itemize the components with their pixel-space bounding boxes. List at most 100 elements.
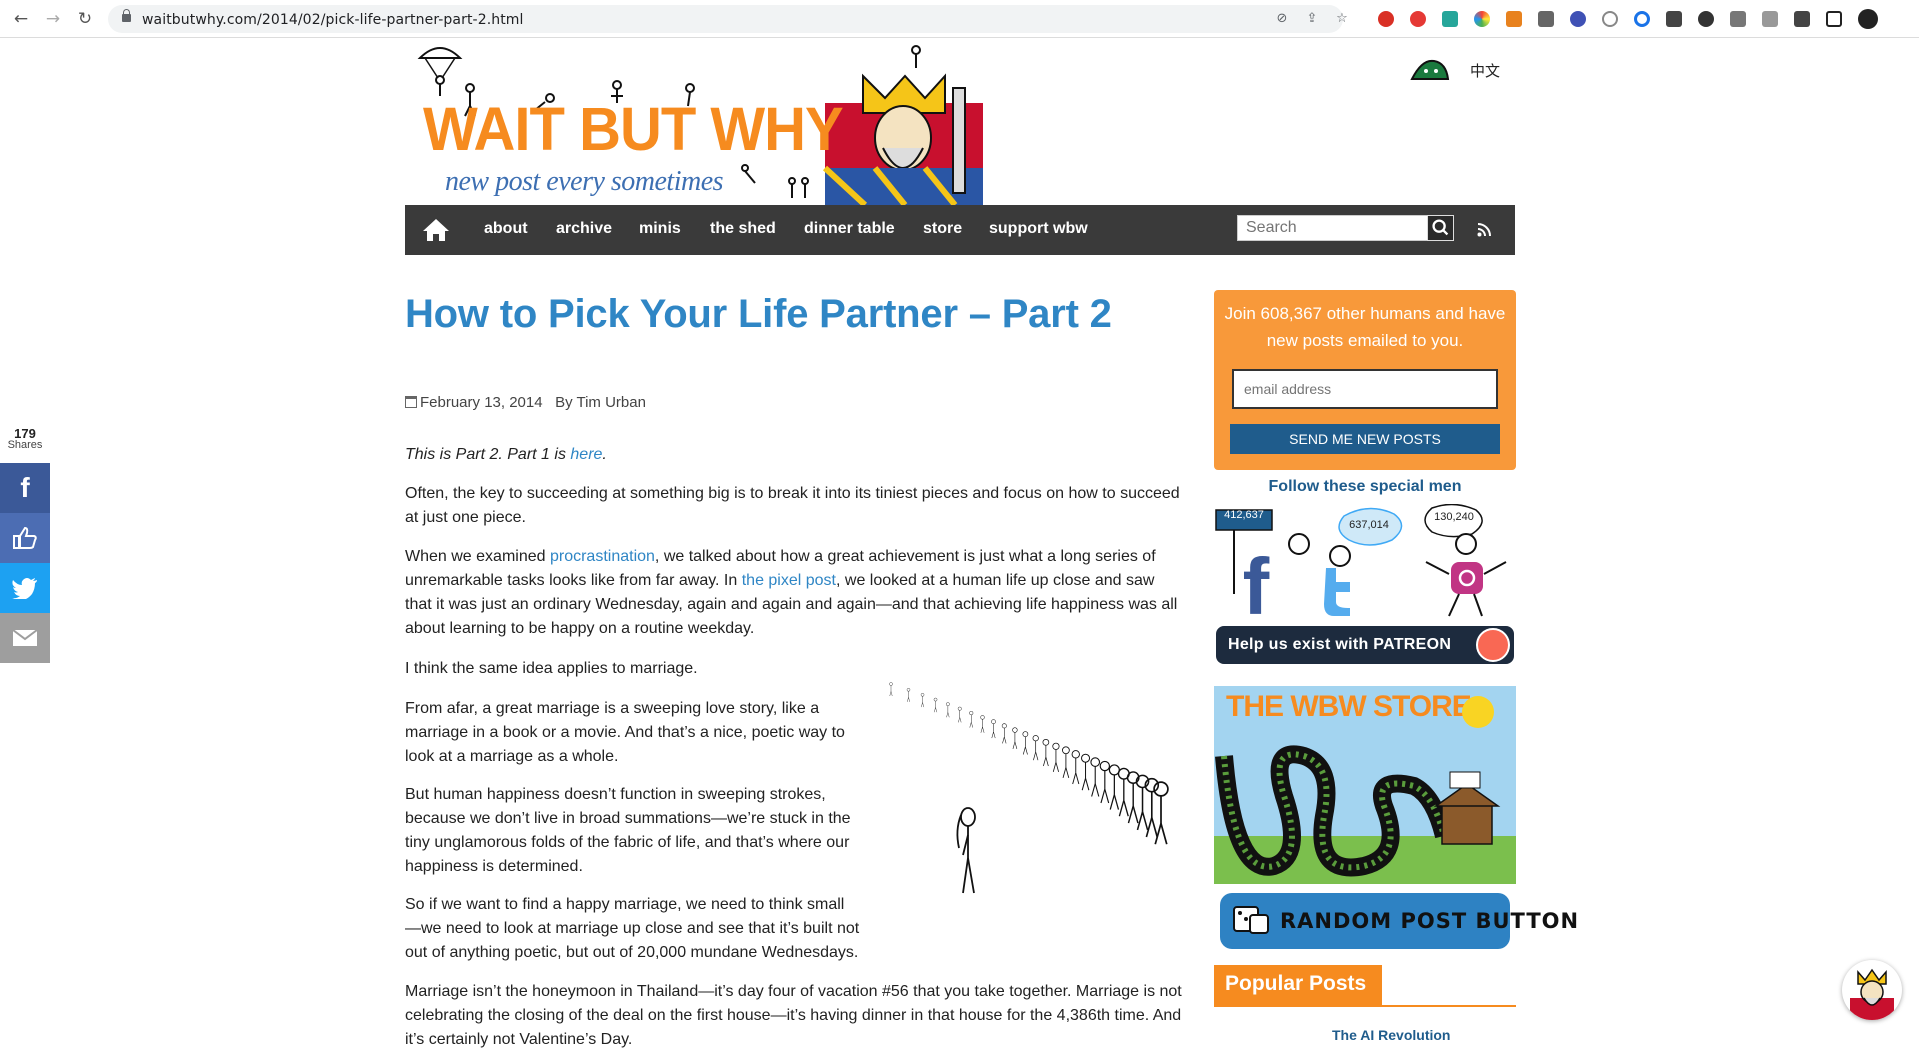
bookmark-star-icon[interactable]: ☆ <box>1334 11 1350 27</box>
eye-slash-icon[interactable]: ⊘ <box>1274 11 1290 27</box>
share-counter: 179 Shares <box>0 426 50 451</box>
lock-icon[interactable] <box>122 9 131 22</box>
extension-icon[interactable] <box>1666 11 1682 27</box>
facebook-share-button[interactable]: f <box>0 463 50 513</box>
search-input[interactable] <box>1238 216 1428 240</box>
forward-arrow-icon[interactable]: → <box>42 8 64 30</box>
random-post-label: RANDOM POST BUTTON <box>1280 909 1580 933</box>
calendar-icon <box>405 396 417 408</box>
nav-item-support-wbw[interactable]: support wbw <box>989 220 1088 238</box>
facebook-icon: f <box>20 472 30 503</box>
home-icon[interactable] <box>422 218 450 242</box>
subscribe-box: Join 608,367 other humans and have new p… <box>1214 290 1516 470</box>
post-meta: February 13, 2014 By Tim Urban <box>405 394 646 411</box>
paragraph-4: From afar, a great marriage is a sweepin… <box>405 700 845 765</box>
stick-figure <box>933 697 938 713</box>
sun-icon <box>1462 696 1494 728</box>
stick-figure <box>969 711 974 728</box>
rss-icon[interactable] <box>1477 223 1491 237</box>
camera-icon[interactable] <box>1762 11 1778 27</box>
nav-item-dinner-table[interactable]: dinner table <box>804 220 895 238</box>
popular-posts-header: Popular Posts <box>1214 965 1516 1007</box>
extension-icon[interactable] <box>1730 11 1746 27</box>
twitter-bird-icon <box>12 578 37 599</box>
intro-period: . <box>602 446 607 463</box>
thumbs-up-icon <box>13 526 37 549</box>
extension-icon[interactable] <box>1570 11 1586 27</box>
store-path-illustration <box>1214 745 1516 884</box>
stick-figure <box>957 706 962 723</box>
back-arrow-icon[interactable]: ← <box>10 8 32 30</box>
puzzle-extensions-icon[interactable] <box>1794 11 1810 27</box>
profile-avatar-icon[interactable] <box>1858 9 1878 29</box>
stick-figure-line-illustration <box>889 682 1169 894</box>
patreon-button[interactable]: Help us exist with PATREON <box>1216 626 1514 664</box>
share-label: Shares <box>7 439 43 451</box>
p2-text: When we examined <box>405 548 550 565</box>
post-author[interactable]: By Tim Urban <box>555 394 646 411</box>
extension-icon[interactable] <box>1634 11 1650 27</box>
random-post-button[interactable]: RANDOM POST BUTTON <box>1220 893 1578 949</box>
stick-figure <box>1052 742 1060 772</box>
king-avatar-icon <box>1850 968 1894 1020</box>
nav-item-about[interactable]: about <box>484 220 528 238</box>
reload-icon[interactable]: ↻ <box>74 8 96 30</box>
paragraph-5: But human happiness doesn’t function in … <box>405 786 851 875</box>
store-ad-title: THE WBW STORE <box>1226 690 1472 723</box>
popular-post-link[interactable]: The AI Revolution <box>1332 1027 1450 1043</box>
url-text[interactable]: waitbutwhy.com/2014/02/pick-life-partner… <box>142 12 524 28</box>
adblock-extension-icon[interactable] <box>1378 11 1394 27</box>
follow-title: Follow these special men <box>1268 478 1462 495</box>
extension-icon[interactable] <box>1538 11 1554 27</box>
nav-item-the-shed[interactable]: the shed <box>710 220 776 238</box>
paragraph-2: When we examined procrastination, we tal… <box>405 545 1185 641</box>
intro-text: This is Part 2. Part 1 is <box>405 446 571 463</box>
stick-figure <box>1090 757 1101 797</box>
subscribe-button[interactable]: SEND ME NEW POSTS <box>1230 424 1500 454</box>
email-field[interactable] <box>1232 369 1498 409</box>
address-bar[interactable]: waitbutwhy.com/2014/02/pick-life-partner… <box>108 5 1348 33</box>
search-icon[interactable] <box>1427 215 1454 241</box>
extension-icon[interactable] <box>1410 11 1426 27</box>
part1-link[interactable]: here <box>570 446 602 463</box>
post-title: How to Pick Your Life Partner – Part 2 <box>405 292 1112 336</box>
extension-icon[interactable] <box>1442 11 1458 27</box>
paragraph-3: I think the same idea applies to marriag… <box>405 660 698 677</box>
stick-figure <box>889 682 893 697</box>
popular-posts-title: Popular Posts <box>1214 965 1382 1007</box>
wbw-store-ad[interactable]: THE WBW STORE <box>1214 686 1516 884</box>
stick-figure <box>1099 760 1111 804</box>
nav-item-minis[interactable]: minis <box>639 220 681 238</box>
stick-figure <box>1062 746 1070 778</box>
metamask-icon[interactable] <box>1506 11 1522 27</box>
extension-icon[interactable] <box>1474 11 1490 27</box>
stick-figure <box>1108 764 1120 810</box>
chat-avatar-button[interactable] <box>1842 960 1902 1020</box>
facebook-icon[interactable]: f <box>1243 542 1270 622</box>
pixel-post-link[interactable]: the pixel post <box>742 572 836 589</box>
extension-icon[interactable] <box>1698 11 1714 27</box>
logo-wordmark: WAIT BUT WHY <box>423 95 844 164</box>
twitter-share-button[interactable] <box>0 563 50 613</box>
procrastination-link[interactable]: procrastination <box>550 548 655 565</box>
stick-figure <box>1081 753 1091 791</box>
twitter-count: 637,014 <box>1349 519 1389 531</box>
stick-figure <box>946 702 950 718</box>
main-nav: about archive minis the shed dinner tabl… <box>405 205 1515 255</box>
nav-item-store[interactable]: store <box>923 220 962 238</box>
paragraph-1: Often, the key to succeeding at somethin… <box>405 485 1180 526</box>
nav-item-archive[interactable]: archive <box>556 220 612 238</box>
article-header: How to Pick Your Life Partner – Part 2 F… <box>405 290 1185 411</box>
sidebar-toggle-icon[interactable] <box>1826 11 1842 27</box>
share-icon[interactable]: ⇪ <box>1304 11 1320 27</box>
stick-figure <box>1071 750 1080 785</box>
site-logo[interactable]: WAIT BUT WHY new post every sometimes <box>405 38 983 205</box>
email-share-button[interactable] <box>0 613 50 663</box>
stick-figure <box>1032 735 1039 761</box>
language-switch-icon[interactable] <box>1410 57 1450 82</box>
stick-figure <box>980 715 985 733</box>
facebook-like-button[interactable] <box>0 513 50 563</box>
extension-icon[interactable] <box>1602 11 1618 27</box>
language-link[interactable]: 中文 <box>1470 60 1500 81</box>
subscribe-text: Join 608,367 other humans and have new p… <box>1224 304 1506 350</box>
